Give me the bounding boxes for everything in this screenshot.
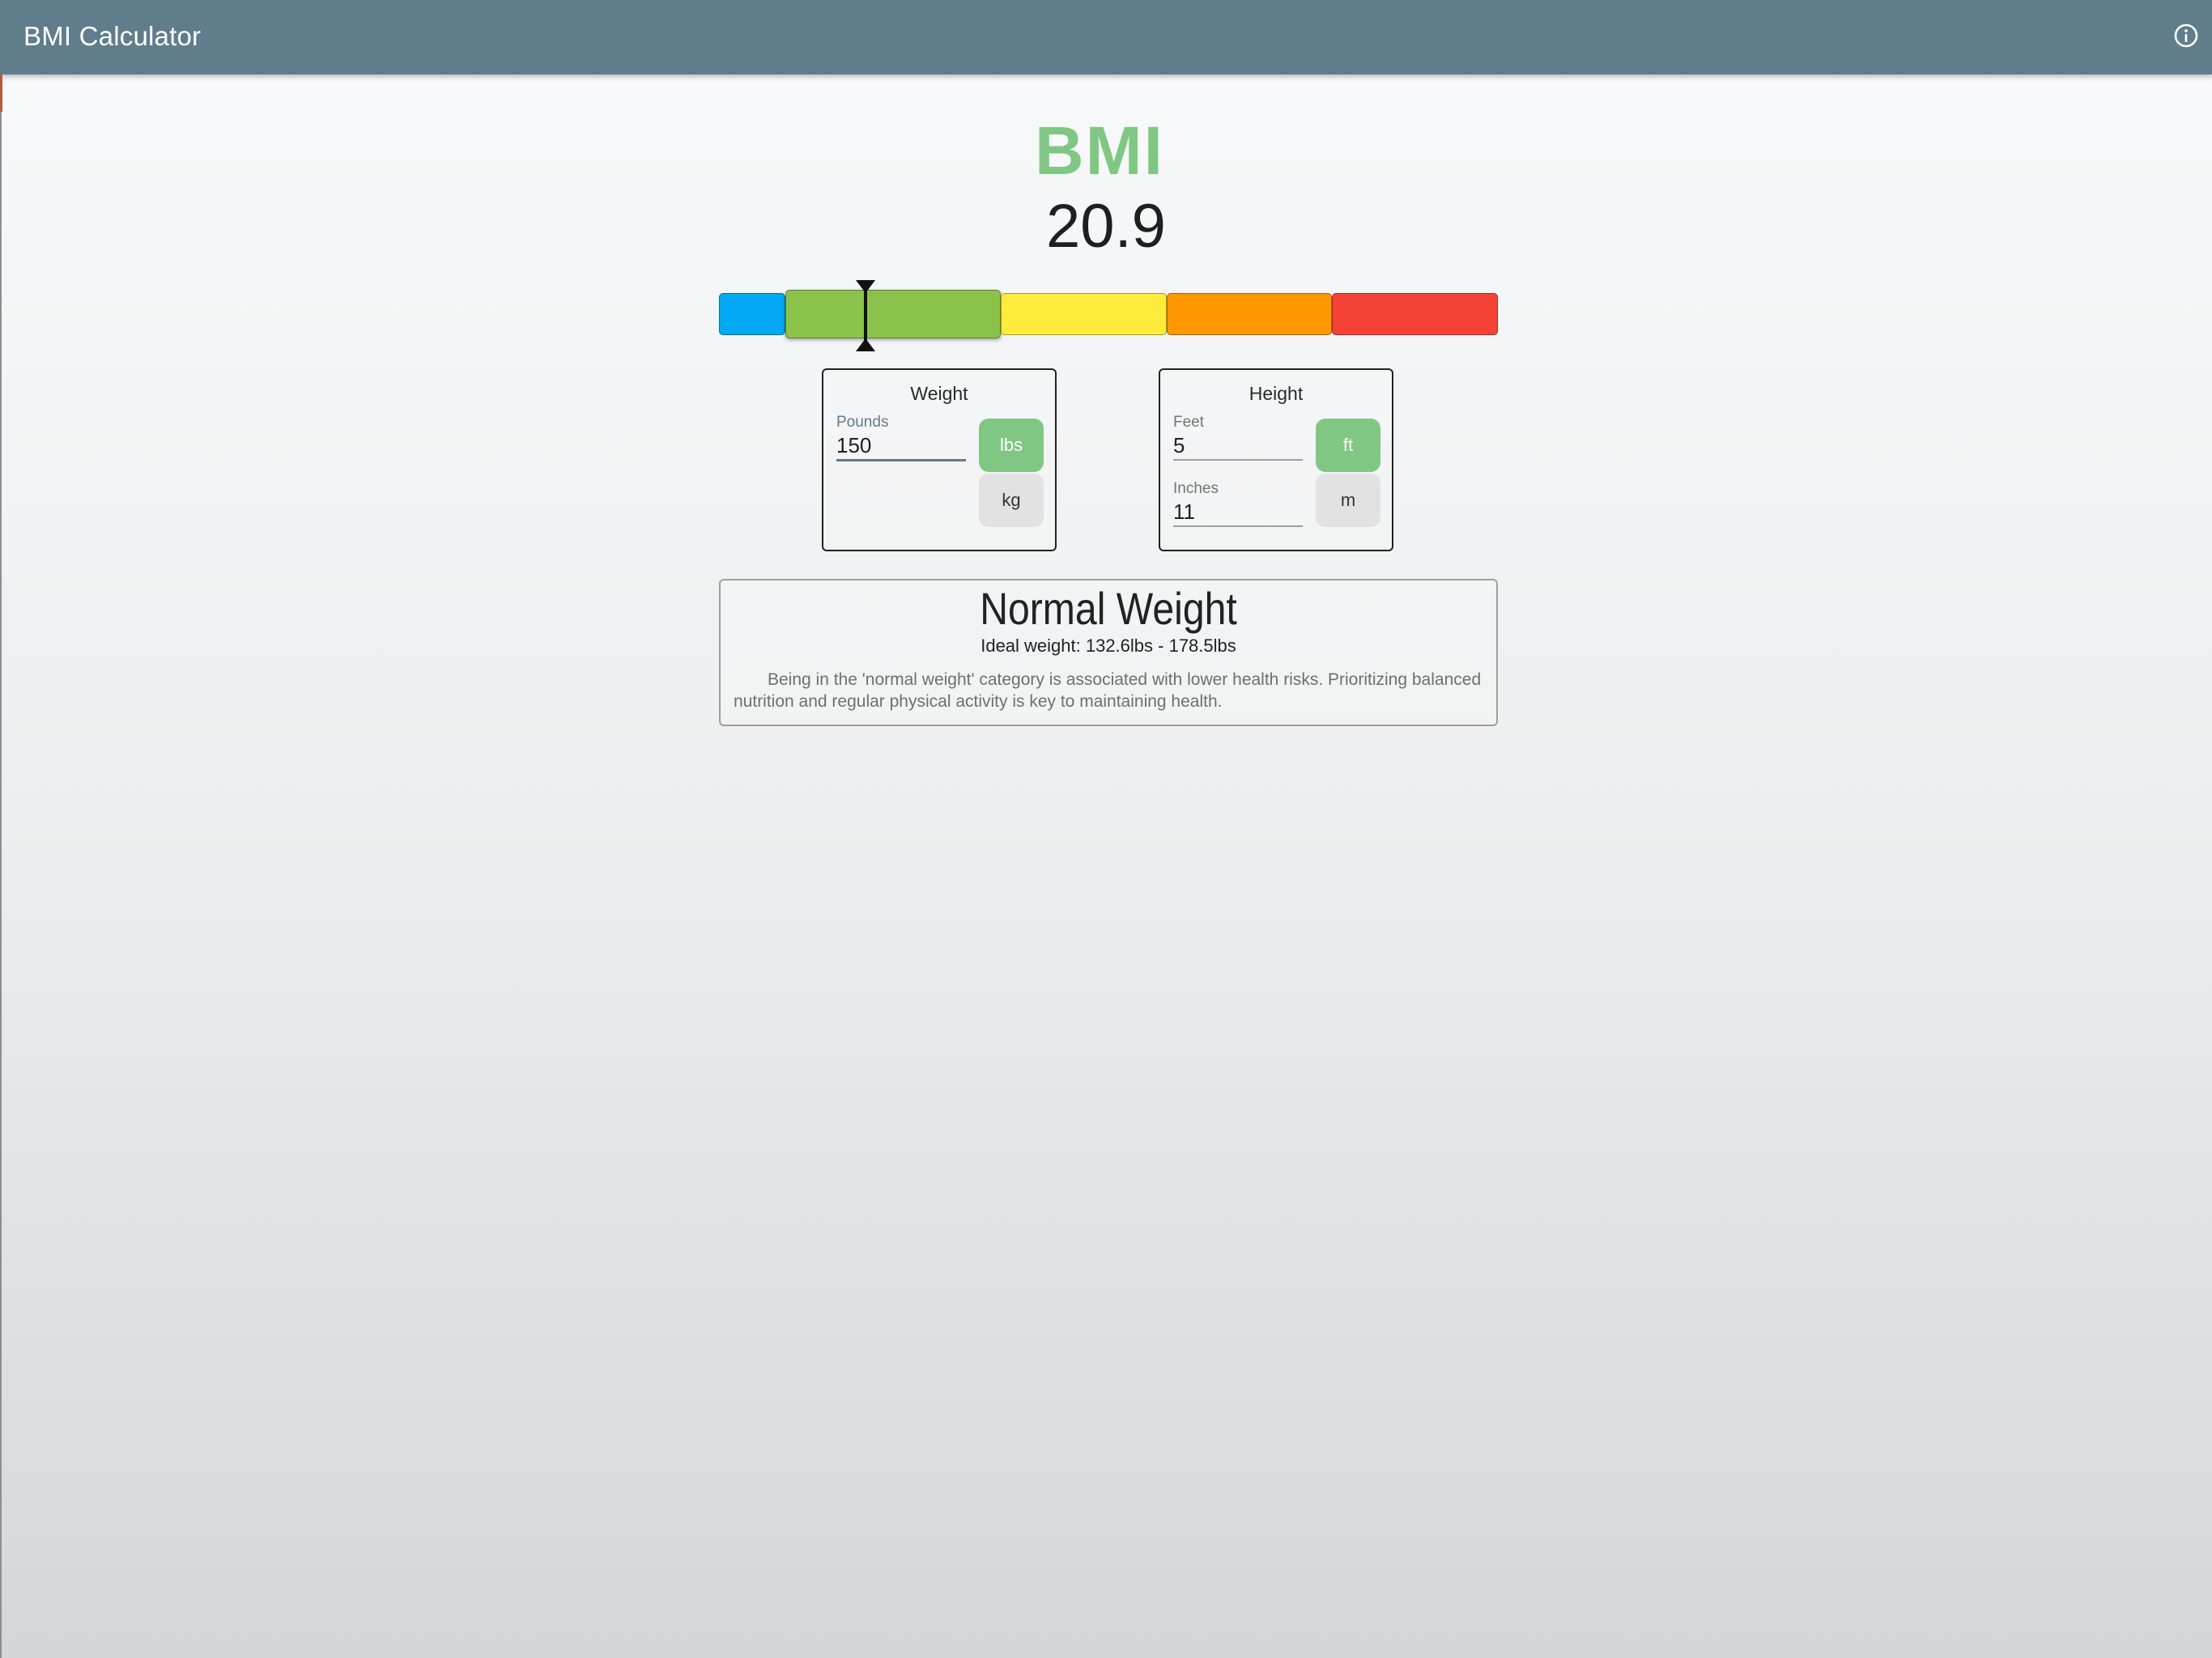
category-description: Being in the 'normal weight' category is… xyxy=(734,670,1482,711)
m-unit-button[interactable]: m xyxy=(1316,474,1380,527)
feet-label: Feet xyxy=(1173,414,1205,431)
scale-segment-obese xyxy=(1167,293,1332,335)
weight-category: Normal Weight xyxy=(980,583,1237,634)
app-title: BMI Calculator xyxy=(23,21,202,51)
ft-unit-button[interactable]: ft xyxy=(1316,419,1380,472)
height-title: Height xyxy=(1249,383,1304,404)
kg-unit-button[interactable]: kg xyxy=(979,474,1044,527)
inches-input[interactable] xyxy=(1173,498,1303,527)
result-panel: Normal Weight Ideal weight: 132.6lbs - 1… xyxy=(719,579,1498,726)
lbs-unit-button[interactable]: lbs xyxy=(979,419,1044,472)
weight-title: Weight xyxy=(910,383,968,404)
pounds-input[interactable] xyxy=(836,432,966,461)
window-edge-accent xyxy=(0,74,2,112)
scale-segment-normal xyxy=(785,290,1001,338)
info-icon[interactable] xyxy=(2173,23,2199,49)
bmi-value: 20.9 xyxy=(1046,192,1166,261)
height-card: Height Feet Inches ft m xyxy=(1159,368,1393,551)
weight-card: Weight Pounds lbs kg xyxy=(822,368,1057,551)
scale-segment-overweight xyxy=(1001,293,1167,335)
bmi-scale xyxy=(719,280,1498,351)
bmi-heading: BMI xyxy=(1035,113,1164,189)
pounds-label: Pounds xyxy=(836,414,889,431)
ideal-weight: Ideal weight: 132.6lbs - 178.5lbs xyxy=(981,636,1236,656)
app-bar: BMI Calculator xyxy=(0,0,2212,74)
scale-segment-underweight xyxy=(719,293,785,335)
feet-input[interactable] xyxy=(1173,432,1303,461)
hourglass-marker-icon xyxy=(856,280,875,351)
scale-segment-extremely-obese xyxy=(1332,293,1498,335)
inches-label: Inches xyxy=(1173,480,1219,497)
